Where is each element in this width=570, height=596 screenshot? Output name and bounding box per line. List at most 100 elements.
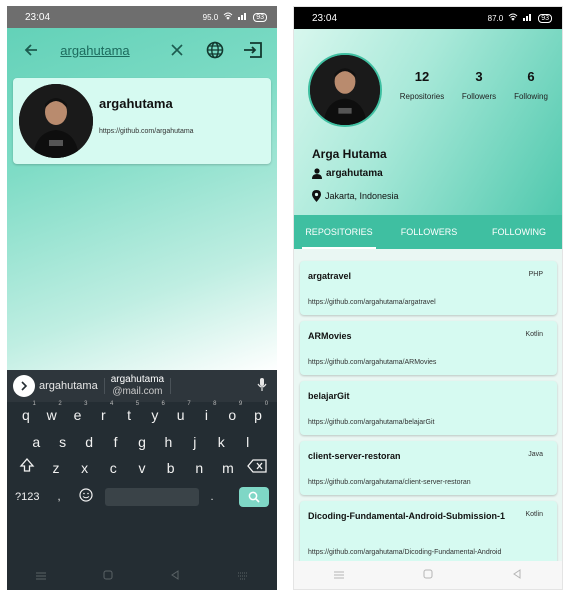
backspace-key[interactable] [246, 457, 268, 479]
key-hint: 2 [58, 401, 62, 408]
tab-repositories[interactable]: REPOSITORIES [294, 215, 384, 249]
key-label: s [59, 433, 67, 450]
key-b[interactable]: b [160, 457, 182, 479]
home-icon[interactable] [103, 567, 113, 585]
avatar [19, 84, 93, 158]
key-k[interactable]: k [210, 431, 232, 453]
signal-icon [523, 13, 533, 23]
key-label: p [254, 407, 262, 424]
key-u[interactable]: u7 [170, 401, 192, 426]
key-s[interactable]: s [52, 431, 74, 453]
keyboard-icon[interactable] [237, 567, 249, 585]
comma-key[interactable]: , [57, 491, 60, 503]
key-w[interactable]: w2 [41, 401, 63, 426]
network-speed: 95.0 [202, 12, 219, 22]
logout-icon[interactable] [241, 38, 265, 62]
key-r[interactable]: r4 [92, 401, 114, 426]
key-o[interactable]: o9 [221, 401, 243, 426]
back-arrow-icon[interactable] [19, 38, 42, 62]
search-input[interactable]: argahutama [60, 43, 165, 58]
repo-card[interactable]: belajarGit https://github.com/argahutama… [300, 381, 557, 435]
key-f[interactable]: f [105, 431, 127, 453]
search-bar: argahutama [7, 28, 277, 72]
key-label: c [109, 460, 117, 477]
search-key[interactable] [239, 486, 269, 507]
repo-language: PHP [528, 271, 543, 278]
status-bar: 23:04 87.0 93 [294, 7, 562, 29]
key-n[interactable]: n [188, 457, 210, 479]
key-label: a [32, 433, 41, 450]
key-t[interactable]: t5 [118, 401, 140, 426]
key-row-2: a sdfghjkl [7, 429, 277, 456]
key-label: m [222, 460, 234, 477]
key-l[interactable]: l [237, 431, 259, 453]
back-icon[interactable] [512, 566, 522, 584]
key-label: i [204, 407, 209, 424]
suggestion-2[interactable]: argahutama @mail.com [111, 374, 164, 398]
key-hint: 5 [135, 401, 140, 408]
person-icon [312, 168, 322, 179]
shift-key[interactable] [16, 457, 38, 479]
profile-location: Jakarta, Indonesia [325, 191, 399, 201]
key-label: n [195, 460, 204, 477]
key-e[interactable]: e3 [66, 401, 88, 426]
tab-followers[interactable]: FOLLOWERS [384, 215, 474, 249]
key-label: h [164, 433, 173, 450]
key-label: y [151, 407, 159, 424]
key-hint: 8 [213, 401, 217, 408]
key-row-1: q1w2e3r4t5y6u7i8o9p0 [7, 401, 277, 429]
repo-card[interactable]: Dicoding-Fundamental-Android-Submission-… [300, 501, 557, 561]
key-d[interactable]: d [78, 431, 100, 453]
profile-username: argahutama [326, 168, 383, 179]
location-pin-icon [312, 190, 321, 202]
stat-value: 6 [527, 69, 535, 84]
repo-url: https://github.com/argahutama/argatravel [308, 299, 436, 306]
profile-header: 12 Repositories 3 Followers 6 Following … [294, 29, 562, 215]
key-j[interactable]: j [184, 431, 206, 453]
back-icon[interactable] [170, 567, 180, 585]
microphone-icon[interactable] [257, 378, 267, 397]
repository-list: argatravel PHP https://github.com/argahu… [294, 249, 562, 561]
key-label: t [127, 407, 132, 424]
stat-value: 3 [475, 69, 483, 84]
key-label: o [228, 407, 237, 424]
period-key[interactable]: . [211, 491, 214, 503]
repo-name: ARMovies [308, 331, 352, 341]
key-label: w [46, 407, 57, 424]
menu-icon[interactable] [333, 566, 344, 584]
menu-icon[interactable] [35, 567, 46, 585]
globe-icon[interactable] [203, 38, 227, 62]
user-result-card[interactable]: argahutama https://github.com/argahutama [13, 78, 271, 164]
key-z[interactable]: z [45, 457, 67, 479]
emoji-icon[interactable] [78, 488, 93, 505]
key-p[interactable]: p0 [247, 401, 269, 426]
tab-following[interactable]: FOLLOWING [474, 215, 562, 249]
repo-name: belajarGit [308, 391, 350, 401]
chevron-right-icon[interactable] [13, 375, 35, 397]
repo-url: https://github.com/argahutama/ARMovies [308, 359, 437, 366]
key-q[interactable]: q1 [15, 401, 37, 426]
divider [170, 378, 172, 394]
repo-url: https://github.com/argahutama/client-ser… [308, 479, 471, 486]
repo-card[interactable]: ARMovies Kotlin https://github.com/argah… [300, 321, 557, 375]
key-v[interactable]: v [131, 457, 153, 479]
key-row-3: zxcvbn m [7, 455, 277, 482]
key-m[interactable]: m [217, 457, 239, 479]
key-i[interactable]: i8 [195, 401, 217, 426]
key-g[interactable]: g [131, 431, 153, 453]
key-hint: 3 [84, 401, 88, 408]
key-hint: 0 [264, 401, 269, 408]
key-x[interactable]: x [74, 457, 96, 479]
repo-url: https://github.com/argahutama/belajarGit [308, 419, 435, 426]
key-a[interactable]: a [25, 431, 47, 453]
repo-card[interactable]: client-server-restoran Java https://gith… [300, 441, 557, 495]
repo-card[interactable]: argatravel PHP https://github.com/argahu… [300, 261, 557, 315]
suggestion-1[interactable]: argahutama [39, 380, 98, 392]
clear-icon[interactable] [165, 38, 189, 62]
home-icon[interactable] [423, 566, 433, 584]
key-h[interactable]: h [157, 431, 179, 453]
key-c[interactable]: c [102, 457, 124, 479]
space-key[interactable] [104, 487, 199, 506]
symbols-key[interactable]: ?123 [15, 491, 39, 503]
key-y[interactable]: y6 [144, 401, 166, 426]
